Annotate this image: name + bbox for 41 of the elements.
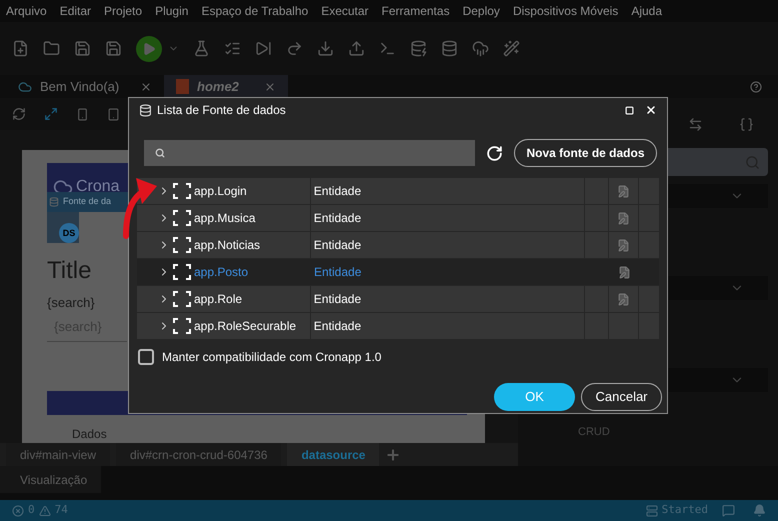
dialog-title: Lista de Fonte de dados — [157, 102, 286, 119]
menu-item[interactable]: Plugin — [155, 2, 188, 20]
menu-item[interactable]: Ajuda — [631, 2, 662, 20]
server-status: Started — [662, 502, 708, 518]
datasource-name: app.Role — [194, 291, 242, 308]
datasource-row[interactable]: app.RoleSecurable Entidade — [137, 313, 659, 339]
datasource-type: Entidade — [314, 318, 362, 335]
menu-item[interactable]: Editar — [60, 2, 92, 20]
menu-item[interactable]: Deploy — [462, 2, 500, 20]
new-datasource-button[interactable]: Nova fonte de dados — [514, 139, 657, 167]
datasource-name: app.Posto — [194, 264, 248, 281]
section-label: Dados — [72, 426, 108, 443]
editor-tab[interactable]: home2 — [164, 75, 288, 98]
menu-item[interactable]: Projeto — [104, 2, 142, 20]
datasource-name: app.RoleSecurable — [194, 318, 296, 335]
search-label: {search} — [47, 294, 95, 312]
menu-item[interactable]: Ferramentas — [382, 2, 450, 20]
page-title: Title — [47, 256, 92, 286]
menu-item[interactable]: Executar — [321, 2, 369, 20]
datasource-type: Entidade — [314, 291, 362, 308]
datasource-type: Entidade — [314, 183, 362, 200]
menu-item[interactable]: Dispositivos Móveis — [512, 2, 618, 20]
cancel-button[interactable]: Cancelar — [581, 383, 662, 411]
datasource-label: Fonte de da — [63, 195, 112, 208]
datasource-row[interactable]: app.Noticias Entidade — [137, 232, 659, 258]
checkbox-label: Manter compatibilidade com Cronapp 1.0 — [162, 349, 382, 366]
datasource-name: app.Login — [194, 183, 247, 200]
logo-text: Crona — [76, 176, 120, 197]
datasource-row[interactable]: app.Role Entidade — [137, 286, 659, 312]
datasource-row[interactable]: app.Musica Entidade — [137, 205, 659, 231]
datasource-row[interactable]: app.Login Entidade — [137, 178, 659, 204]
editor-tab[interactable]: Bem Vindo(a) — [6, 75, 164, 98]
datasource-type: Entidade — [314, 264, 362, 281]
datasource-type: Entidade — [314, 237, 362, 254]
datasource-name: app.Noticias — [194, 237, 260, 254]
datasource-badge: DS — [59, 223, 79, 244]
menu-item[interactable]: Arquivo — [6, 2, 47, 20]
datasource-row[interactable]: app.Posto Entidade — [137, 259, 659, 285]
datasource-type: Entidade — [314, 210, 362, 227]
menu-item[interactable]: Espaço de Trabalho — [201, 2, 308, 20]
datasource-name: app.Musica — [194, 210, 256, 227]
